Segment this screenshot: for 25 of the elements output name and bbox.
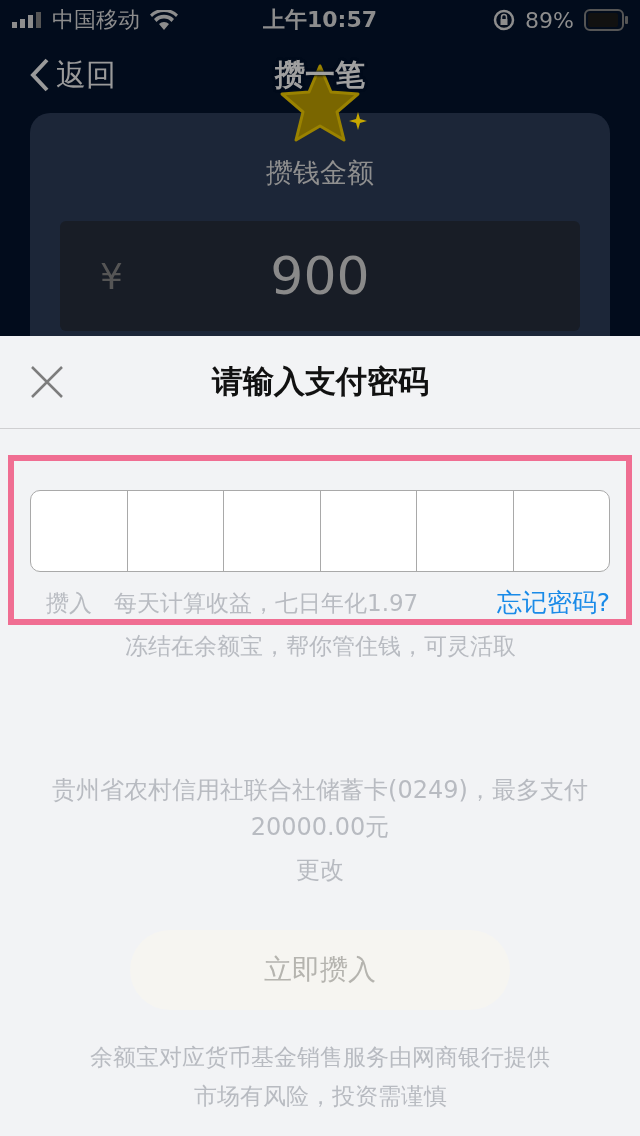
deposit-label: 攒入 — [46, 589, 92, 618]
password-field[interactable] — [30, 490, 610, 572]
currency-sign: ¥ — [100, 255, 123, 297]
freeze-note: 冻结在余额宝，帮你管住钱，可灵活取 — [123, 632, 517, 661]
signal-icon — [12, 12, 42, 28]
sheet-title: 请输入支付密码 — [211, 362, 429, 401]
change-link[interactable]: 更改 — [0, 854, 640, 886]
carrier-name: 中国移动 — [52, 6, 140, 34]
disclaimer-text: 市场有风险，投资需谨慎 — [193, 1082, 447, 1111]
rotation-lock-icon — [493, 9, 516, 31]
clock-time: 上午10:57 — [263, 6, 377, 34]
battery-icon — [584, 9, 628, 31]
yield-note: 每天计算收益，七日年化1.97 — [114, 589, 419, 618]
forgot-password-link[interactable]: 忘记密码? — [496, 586, 610, 619]
amount-field[interactable]: ¥ 900 — [60, 221, 580, 331]
card-info: 贵州省农村信用社联合社储蓄卡(0249)，最多支付20000.00元 — [51, 775, 589, 843]
back-button[interactable]: 返回 — [30, 54, 116, 96]
battery-percent: 89% — [525, 7, 574, 33]
amount-label: 攒钱金额 — [266, 156, 374, 190]
submit-button[interactable]: 立即攒入 — [130, 930, 510, 1010]
close-button[interactable] — [30, 365, 64, 399]
disclaimer-text: 余额宝对应货币基金销售服务由网商银行提供 — [90, 1043, 550, 1072]
amount-value: 900 — [270, 246, 370, 306]
back-chevron-icon — [30, 58, 50, 92]
wifi-icon — [150, 10, 178, 30]
